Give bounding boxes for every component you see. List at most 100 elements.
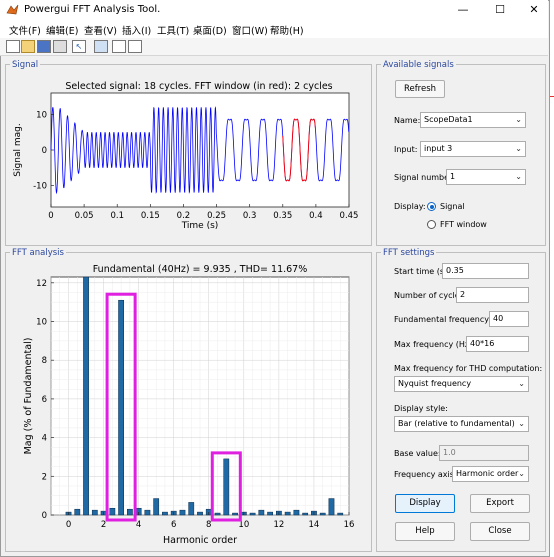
fft-bar	[267, 511, 273, 516]
new-file-icon[interactable]	[6, 40, 20, 53]
menu-window[interactable]: 窗口(W)	[232, 23, 268, 37]
name-dropdown[interactable]: ScopeData1 ⌄	[420, 112, 526, 128]
refresh-button[interactable]: Refresh	[395, 80, 445, 98]
fft-bar	[109, 507, 116, 516]
fft-bar	[223, 458, 230, 516]
available-signals-legend: Available signals	[381, 60, 456, 70]
signal-radio-label: Signal	[440, 202, 465, 211]
signal-xtick-label: 0.15	[141, 211, 160, 221]
signal-xtick-label: 0.2	[177, 211, 191, 221]
fft-ytick-label: 4	[42, 434, 47, 444]
chevron-down-icon: ⌄	[518, 379, 525, 388]
thd-frequency-value: Nyquist frequency	[398, 379, 472, 388]
help-button[interactable]: Help	[395, 522, 455, 541]
fft-bar	[83, 276, 89, 516]
display-style-dropdown[interactable]: Bar (relative to fundamental) ⌄	[394, 416, 529, 432]
fft-bar	[144, 509, 151, 516]
input-value: input 3	[424, 144, 453, 153]
signal-xtick-label: 0.45	[340, 211, 359, 221]
chevron-down-icon: ⌄	[515, 144, 522, 153]
matlab-app-icon	[6, 4, 19, 15]
signal-radio[interactable]	[427, 202, 436, 211]
fft-ytick-label: 6	[42, 395, 47, 405]
signal-ytick-label: 10	[36, 110, 47, 120]
save-icon[interactable]	[37, 40, 51, 53]
fft-bar	[328, 498, 335, 516]
name-value: ScopeData1	[424, 115, 473, 124]
start-time-input[interactable]: 0.35	[442, 263, 529, 279]
close-window-button[interactable]: ✕	[517, 0, 551, 20]
minimize-button[interactable]: —	[446, 0, 480, 20]
fft-bar	[232, 512, 238, 516]
signal-xtick-label: 0.25	[207, 211, 226, 221]
fft-xtick-label: 0	[66, 520, 71, 530]
signal-xtick-label: 0.35	[273, 211, 292, 221]
menu-file[interactable]: 文件(F)	[9, 23, 41, 37]
fft-xtick-label: 12	[273, 520, 284, 530]
signal-ylabel: Signal mag.	[13, 123, 23, 176]
cycles-input[interactable]: 2	[456, 287, 529, 303]
fft-bar	[197, 511, 203, 516]
signal-number-value: 1	[450, 172, 456, 181]
fft-window-radio[interactable]	[427, 220, 436, 229]
fft-xtick-label: 4	[136, 520, 141, 530]
menu-desktop[interactable]: 桌面(D)	[193, 23, 227, 37]
fft-bar	[179, 509, 186, 516]
toolbar: ↖	[0, 38, 548, 56]
legend-icon[interactable]	[112, 40, 126, 53]
signal-number-dropdown[interactable]: 1 ⌄	[446, 169, 526, 185]
background-window-edge	[550, 96, 554, 97]
pointer-icon[interactable]: ↖	[72, 40, 86, 53]
menu-bar: 文件(F) 编辑(E) 查看(V) 插入(I) 工具(T) 桌面(D) 窗口(W…	[0, 20, 548, 38]
display-button[interactable]: Display	[395, 494, 455, 513]
signal-ytick-label: -10	[33, 182, 47, 192]
frequency-axis-dropdown[interactable]: Harmonic order ⌄	[452, 466, 529, 482]
frequency-axis-value: Harmonic order	[456, 469, 519, 478]
title-bar: Powergui FFT Analysis Tool. — ☐ ✕	[0, 0, 548, 20]
fft-bar	[162, 511, 168, 516]
chevron-down-icon: ⌄	[515, 172, 522, 181]
fft-bar	[214, 512, 221, 516]
fft-bar	[153, 498, 160, 516]
display-style-label: Display style:	[394, 404, 448, 413]
dock-icon[interactable]	[94, 40, 108, 53]
base-value-input: 1.0	[439, 445, 529, 461]
fft-bar	[188, 502, 195, 516]
signal-xtick-label: 0.4	[309, 211, 323, 221]
fundamental-frequency-input[interactable]: 40	[489, 311, 529, 327]
menu-edit[interactable]: 编辑(E)	[46, 23, 78, 37]
open-folder-icon[interactable]	[21, 40, 35, 53]
menu-insert[interactable]: 插入(I)	[122, 23, 151, 37]
fft-ytick-label: 10	[36, 318, 47, 328]
close-button[interactable]: Close	[470, 522, 530, 541]
print-icon[interactable]	[53, 40, 67, 53]
max-frequency-input[interactable]: 40*16	[466, 336, 529, 352]
menu-tools[interactable]: 工具(T)	[157, 23, 189, 37]
fft-xtick-label: 14	[309, 520, 320, 530]
menu-help[interactable]: 帮助(H)	[270, 23, 304, 37]
max-frequency-label: Max frequency (Hz):	[394, 340, 475, 349]
menu-view[interactable]: 查看(V)	[84, 23, 117, 37]
property-editor-icon[interactable]	[128, 40, 142, 53]
fft-xlabel: Harmonic order	[163, 535, 237, 546]
fft-bar	[284, 511, 291, 516]
fft-bar	[293, 509, 300, 516]
signal-xlabel: Time (s)	[181, 221, 219, 231]
fft-bar	[74, 508, 81, 516]
input-dropdown[interactable]: input 3 ⌄	[420, 141, 526, 157]
fft-bar	[319, 512, 326, 516]
fft-bar	[258, 509, 265, 516]
thd-max-frequency-label: Max frequency for THD computation:	[394, 364, 543, 373]
maximize-button[interactable]: ☐	[483, 0, 517, 20]
base-value-label: Base value:	[394, 449, 441, 458]
fft-plot: Fundamental (40Hz) = 9.935 , THD= 11.67%…	[23, 264, 354, 546]
chevron-down-icon: ⌄	[518, 419, 525, 428]
thd-frequency-dropdown[interactable]: Nyquist frequency ⌄	[394, 376, 529, 392]
export-button[interactable]: Export	[470, 494, 530, 513]
fft-ylabel: Mag (% of Fundamental)	[23, 338, 34, 455]
chevron-down-icon: ⌄	[518, 469, 525, 478]
signal-plot-title: Selected signal: 18 cycles. FFT window (…	[65, 81, 332, 92]
frequency-axis-label: Frequency axis:	[394, 470, 457, 479]
fft-bar	[302, 512, 309, 516]
name-label: Name:	[394, 116, 421, 125]
